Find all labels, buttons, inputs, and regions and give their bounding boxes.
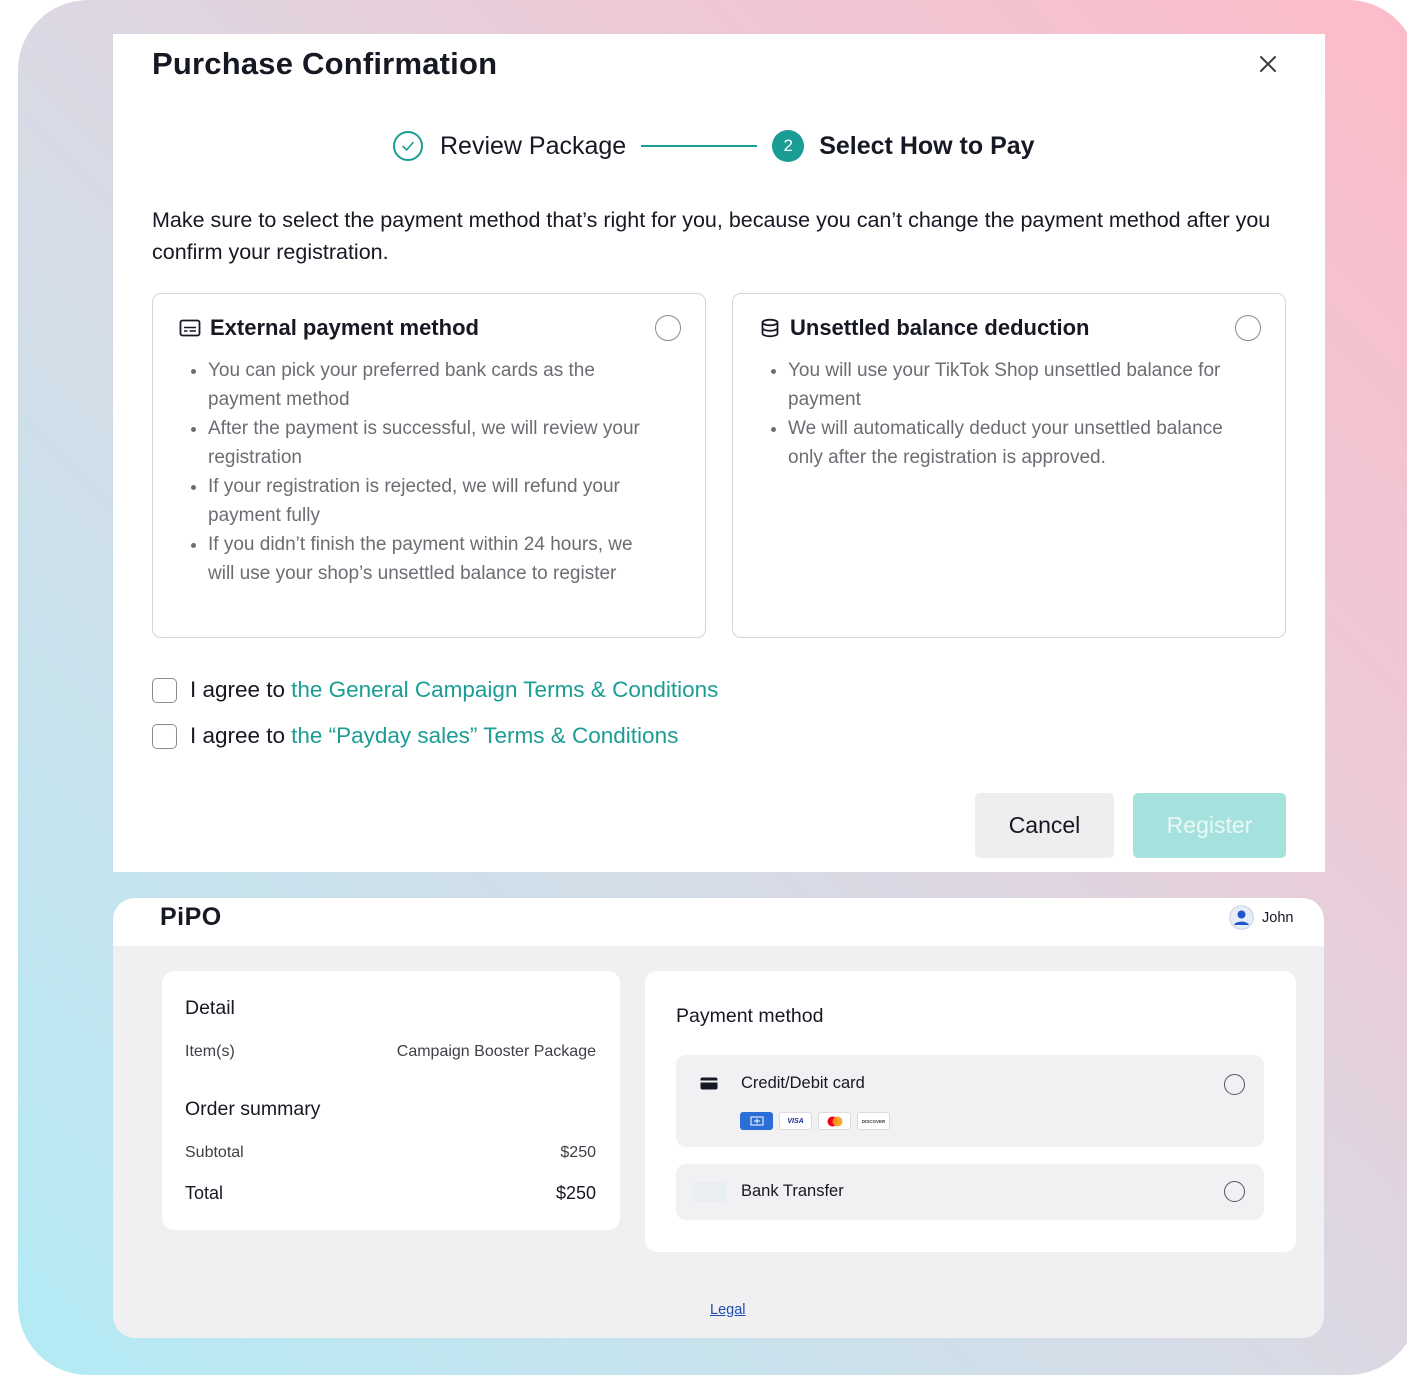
bank-icon	[692, 1182, 726, 1202]
payment-card-icon	[178, 316, 202, 340]
bullet-item: You can pick your preferred bank cards a…	[208, 356, 646, 414]
legal-link[interactable]: Legal	[710, 1302, 745, 1318]
total-label: Total	[185, 1183, 224, 1203]
mastercard-icon	[818, 1112, 851, 1130]
pipo-header: PiPO John	[113, 898, 1324, 946]
modal-title: Purchase Confirmation	[152, 46, 498, 81]
item-label: Item(s)	[185, 1043, 235, 1060]
order-summary-title: Order summary	[185, 1098, 321, 1120]
bank-transfer-option[interactable]: Bank Transfer	[676, 1164, 1264, 1220]
option-radio[interactable]	[655, 315, 681, 341]
option-title: Unsettled balance deduction	[790, 315, 1090, 340]
user-menu[interactable]: John	[1229, 905, 1293, 930]
agree-prefix: I agree to	[190, 723, 286, 748]
option-radio[interactable]	[1224, 1074, 1245, 1095]
agree-checkbox[interactable]	[152, 677, 177, 703]
register-button[interactable]: Register	[1133, 793, 1286, 858]
payment-method-panel: Payment method Credit/Debit card VISA DI…	[645, 971, 1296, 1252]
option-radio[interactable]	[1235, 315, 1261, 341]
bullet-item: If your registration is rejected, we wil…	[208, 472, 646, 530]
pipo-logo: PiPO	[160, 903, 222, 931]
step-review-package: Review Package	[440, 131, 627, 160]
user-name: John	[1262, 909, 1294, 926]
detail-panel: Detail Item(s) Campaign Booster Package …	[162, 971, 620, 1230]
database-icon	[758, 316, 782, 340]
option-label: Bank Transfer	[741, 1182, 844, 1200]
option-title: External payment method	[210, 315, 479, 340]
option-label: Credit/Debit card	[741, 1074, 865, 1092]
agree-general-terms: I agree to the General Campaign Terms & …	[152, 677, 718, 703]
discover-icon: DISCOVER	[857, 1112, 890, 1130]
agree-checkbox[interactable]	[152, 723, 177, 749]
subtotal-value: $250	[560, 1144, 596, 1161]
agree-payday-terms: I agree to the “Payday sales” Terms & Co…	[152, 723, 678, 749]
card-brands: VISA DISCOVER	[740, 1112, 890, 1130]
external-payment-option-card[interactable]: External payment method You can pick you…	[152, 293, 706, 638]
visa-icon: VISA	[779, 1112, 812, 1130]
terms-link[interactable]: the “Payday sales” Terms & Conditions	[291, 723, 678, 749]
option-radio[interactable]	[1224, 1181, 1245, 1202]
amex-icon	[740, 1112, 773, 1130]
step-connector	[641, 145, 758, 147]
option-bullets: You will use your TikTok Shop unsettled …	[766, 356, 1228, 472]
close-icon[interactable]	[1253, 49, 1283, 79]
total-value: $250	[555, 1183, 596, 1203]
option-bullets: You can pick your preferred bank cards a…	[186, 356, 646, 588]
item-value: Campaign Booster Package	[396, 1043, 596, 1060]
agree-prefix: I agree to	[190, 677, 286, 702]
bullet-item: We will automatically deduct your unsett…	[788, 414, 1228, 472]
credit-debit-card-option[interactable]: Credit/Debit card VISA DISCOVER	[676, 1055, 1264, 1147]
pipo-checkout-panel: PiPO John Detail Item(s) Campaign Booste…	[113, 898, 1324, 1338]
step-completed-check-icon	[393, 131, 423, 161]
purchase-confirmation-modal: Purchase Confirmation Review Package 2 S…	[113, 34, 1325, 872]
step-number-badge: 2	[772, 130, 805, 162]
bullet-item: If you didn’t finish the payment within …	[208, 530, 646, 588]
user-avatar-icon	[1229, 905, 1254, 930]
cancel-button[interactable]: Cancel	[975, 793, 1114, 858]
unsettled-balance-option-card[interactable]: Unsettled balance deduction You will use…	[732, 293, 1286, 638]
bullet-item: After the payment is successful, we will…	[208, 414, 646, 472]
card-icon	[692, 1073, 726, 1093]
total-row: Total $250	[185, 1183, 596, 1204]
stepper: Review Package 2 Select How to Pay	[393, 126, 1035, 166]
step-select-how-to-pay: Select How to Pay	[819, 131, 1035, 160]
subtotal-row: Subtotal $250	[185, 1144, 596, 1162]
bullet-item: You will use your TikTok Shop unsettled …	[788, 356, 1228, 414]
terms-link[interactable]: the General Campaign Terms & Conditions	[291, 677, 718, 703]
payment-method-title: Payment method	[676, 1005, 824, 1027]
detail-title: Detail	[185, 997, 235, 1019]
intro-text: Make sure to select the payment method t…	[152, 208, 1271, 264]
item-row: Item(s) Campaign Booster Package	[185, 1043, 596, 1061]
subtotal-label: Subtotal	[185, 1144, 244, 1161]
